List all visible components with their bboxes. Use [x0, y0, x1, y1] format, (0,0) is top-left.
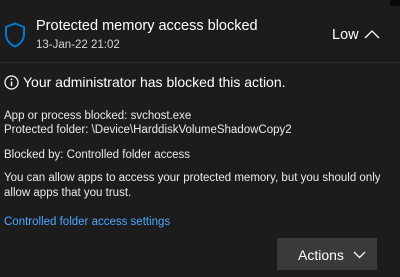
- protected-folder-line: Protected folder: \Device\HarddiskVolume…: [4, 124, 292, 136]
- actions-button[interactable]: Actions: [277, 238, 377, 270]
- controlled-folder-access-settings-link[interactable]: Controlled folder access settings: [4, 216, 170, 228]
- blocked-app-line: App or process blocked: svchost.exe: [4, 110, 192, 122]
- header-divider: [0, 62, 400, 63]
- actions-button-label: Actions: [298, 247, 344, 263]
- severity-label: Low: [332, 27, 359, 43]
- shield-icon: [5, 22, 25, 48]
- chevron-up-icon[interactable]: [364, 29, 380, 39]
- message-summary: Your administrator has blocked this acti…: [23, 74, 286, 90]
- window-edge: [390, 0, 400, 6]
- notification-title: Protected memory access blocked: [36, 18, 258, 34]
- description-line-1: You can allow apps to access your protec…: [4, 172, 381, 184]
- blocked-by-line: Blocked by: Controlled folder access: [4, 149, 191, 161]
- chevron-down-icon: [353, 251, 366, 259]
- description-line-2: allow apps that you trust.: [4, 187, 132, 199]
- notification-header: Protected memory access blocked 13-Jan-2…: [0, 0, 400, 62]
- info-icon: [4, 75, 19, 90]
- notification-timestamp: 13-Jan-22 21:02: [36, 39, 120, 51]
